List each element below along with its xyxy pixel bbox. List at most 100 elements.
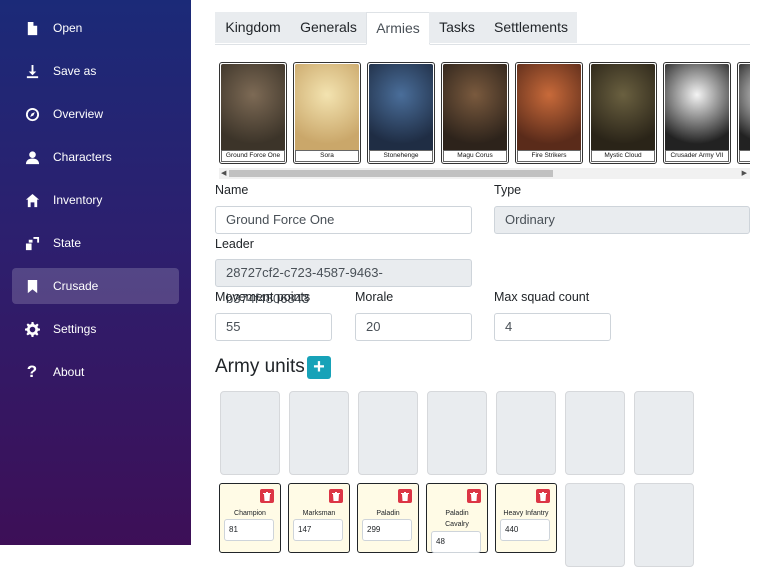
sidebar-item-label: Open xyxy=(53,21,83,35)
army-portrait-card[interactable]: Mystic Cloud xyxy=(589,62,657,164)
delete-unit-button[interactable] xyxy=(329,489,343,503)
movement-points-label: Movement points xyxy=(215,290,311,304)
army-portrait-image xyxy=(517,64,581,152)
sidebar-item-label: Save as xyxy=(53,64,97,78)
army-portrait-caption: Mystic Cloud xyxy=(591,150,655,162)
scroll-right-icon[interactable]: ▶ xyxy=(742,169,747,177)
army-portrait-strip: Ground Force One Sora Stonehenge Magu Corus… xyxy=(219,62,750,166)
unit-card-champion: Champion 81 xyxy=(219,483,281,553)
sidebar-item-label: Overview xyxy=(53,107,104,121)
army-portrait-caption: Ground Force One xyxy=(221,150,285,162)
unit-slot-empty[interactable] xyxy=(634,483,694,567)
scroll-left-icon[interactable]: ◀ xyxy=(221,169,226,177)
name-label: Name xyxy=(215,183,249,197)
gear-icon xyxy=(24,321,40,337)
army-portrait-image xyxy=(295,64,359,152)
question-icon: ? xyxy=(26,362,38,381)
unit-count-field[interactable]: 81 xyxy=(224,519,274,541)
army-portrait-card[interactable]: Fire Strikers xyxy=(515,62,583,164)
morale-label: Morale xyxy=(355,290,394,304)
army-units-title: Army units xyxy=(215,356,305,377)
army-portrait-card[interactable]: Sora xyxy=(293,62,361,164)
trash-icon xyxy=(401,491,409,501)
compass-icon xyxy=(24,106,40,122)
unit-name: Paladin xyxy=(376,510,400,517)
max-squad-count-field[interactable]: 4 xyxy=(494,313,611,341)
trash-icon xyxy=(332,491,340,501)
download-icon xyxy=(24,63,40,79)
unit-name: Heavy Infantry xyxy=(503,510,549,517)
army-portrait-image xyxy=(369,64,433,152)
delete-unit-button[interactable] xyxy=(398,489,412,503)
sidebar-item-label: About xyxy=(53,365,85,379)
sidebar-item-characters[interactable]: Characters xyxy=(12,139,179,175)
sidebar-item-about[interactable]: ? About xyxy=(12,354,179,390)
unit-slot-empty[interactable] xyxy=(565,391,625,475)
unit-count-field[interactable]: 299 xyxy=(362,519,412,541)
sidebar-item-inventory[interactable]: Inventory xyxy=(12,182,179,218)
army-portrait-card[interactable]: Stonehenge xyxy=(367,62,435,164)
army-portrait-caption: Cr xyxy=(739,150,750,162)
sidebar-item-label: State xyxy=(53,236,82,250)
house-icon xyxy=(24,192,40,208)
tab-generals[interactable]: Generals xyxy=(291,12,366,43)
unit-count-field[interactable]: 147 xyxy=(293,519,343,541)
sidebar-item-state[interactable]: State xyxy=(12,225,179,261)
tab-tasks[interactable]: Tasks xyxy=(429,12,485,43)
trash-icon xyxy=(470,491,478,501)
portrait-scrollbar[interactable]: ◀ ▶ xyxy=(219,168,750,179)
movement-points-field[interactable]: 55 xyxy=(215,313,332,341)
unit-count-field[interactable]: 48 xyxy=(431,531,481,553)
army-portrait-caption: Sora xyxy=(295,150,359,162)
sidebar-item-open[interactable]: Open xyxy=(12,10,179,46)
unit-card-paladin: Paladin 299 xyxy=(357,483,419,553)
leader-field: 28727cf2-c723-4587-9463-b374f4806843 xyxy=(215,259,472,306)
add-unit-button[interactable]: + xyxy=(307,356,331,379)
tab-settlements[interactable]: Settlements xyxy=(485,12,577,43)
delete-unit-button[interactable] xyxy=(536,489,550,503)
army-portrait-card[interactable]: Magu Corus xyxy=(441,62,509,164)
unit-slot-empty[interactable] xyxy=(220,391,280,475)
unit-slot-empty[interactable] xyxy=(427,391,487,475)
max-squad-count-label: Max squad count xyxy=(494,290,590,304)
army-portrait-card[interactable]: Ground Force One xyxy=(219,62,287,164)
morale-field[interactable]: 20 xyxy=(355,313,472,341)
army-portrait-card[interactable]: Cr xyxy=(737,62,750,164)
name-field[interactable]: Ground Force One xyxy=(215,206,472,234)
bookmark-icon xyxy=(24,278,40,294)
army-portrait-caption: Crusader Army VII xyxy=(665,150,729,162)
sidebar-item-overview[interactable]: Overview xyxy=(12,96,179,132)
delete-unit-button[interactable] xyxy=(260,489,274,503)
tab-bar: Kingdom Generals Armies Tasks Settlement… xyxy=(215,12,750,45)
sidebar-item-settings[interactable]: Settings xyxy=(12,311,179,347)
army-portrait-image xyxy=(739,64,750,152)
unit-slot-empty[interactable] xyxy=(496,391,556,475)
tab-armies[interactable]: Armies xyxy=(366,12,430,45)
sidebar-item-save-as[interactable]: Save as xyxy=(12,53,179,89)
unit-slot-empty[interactable] xyxy=(565,483,625,567)
sidebar-item-label: Settings xyxy=(53,322,97,336)
leader-label: Leader xyxy=(215,237,254,251)
scrollbar-thumb[interactable] xyxy=(229,170,553,177)
user-icon xyxy=(24,149,40,165)
army-portrait-image xyxy=(221,64,285,152)
sidebar-item-crusade[interactable]: Crusade xyxy=(12,268,179,304)
delete-unit-button[interactable] xyxy=(467,489,481,503)
trash-icon xyxy=(263,491,271,501)
sidebar-item-label: Crusade xyxy=(53,279,99,293)
unit-slot-empty[interactable] xyxy=(358,391,418,475)
file-icon xyxy=(24,20,40,36)
sidebar: Open Save as Overview Characters Invento… xyxy=(0,0,191,545)
army-portrait-caption: Magu Corus xyxy=(443,150,507,162)
unit-name: Marksman xyxy=(302,510,336,517)
army-portrait-card[interactable]: Crusader Army VII xyxy=(663,62,731,164)
unit-count-field[interactable]: 440 xyxy=(500,519,550,541)
unit-card-paladin-cavalry: Paladin Cavalry 48 xyxy=(426,483,488,553)
army-portrait-caption: Stonehenge xyxy=(369,150,433,162)
unit-slot-empty[interactable] xyxy=(289,391,349,475)
type-label: Type xyxy=(494,183,522,197)
sidebar-item-label: Inventory xyxy=(53,193,103,207)
tab-kingdom[interactable]: Kingdom xyxy=(215,12,291,43)
unit-slot-empty[interactable] xyxy=(634,391,694,475)
army-portrait-image xyxy=(591,64,655,152)
